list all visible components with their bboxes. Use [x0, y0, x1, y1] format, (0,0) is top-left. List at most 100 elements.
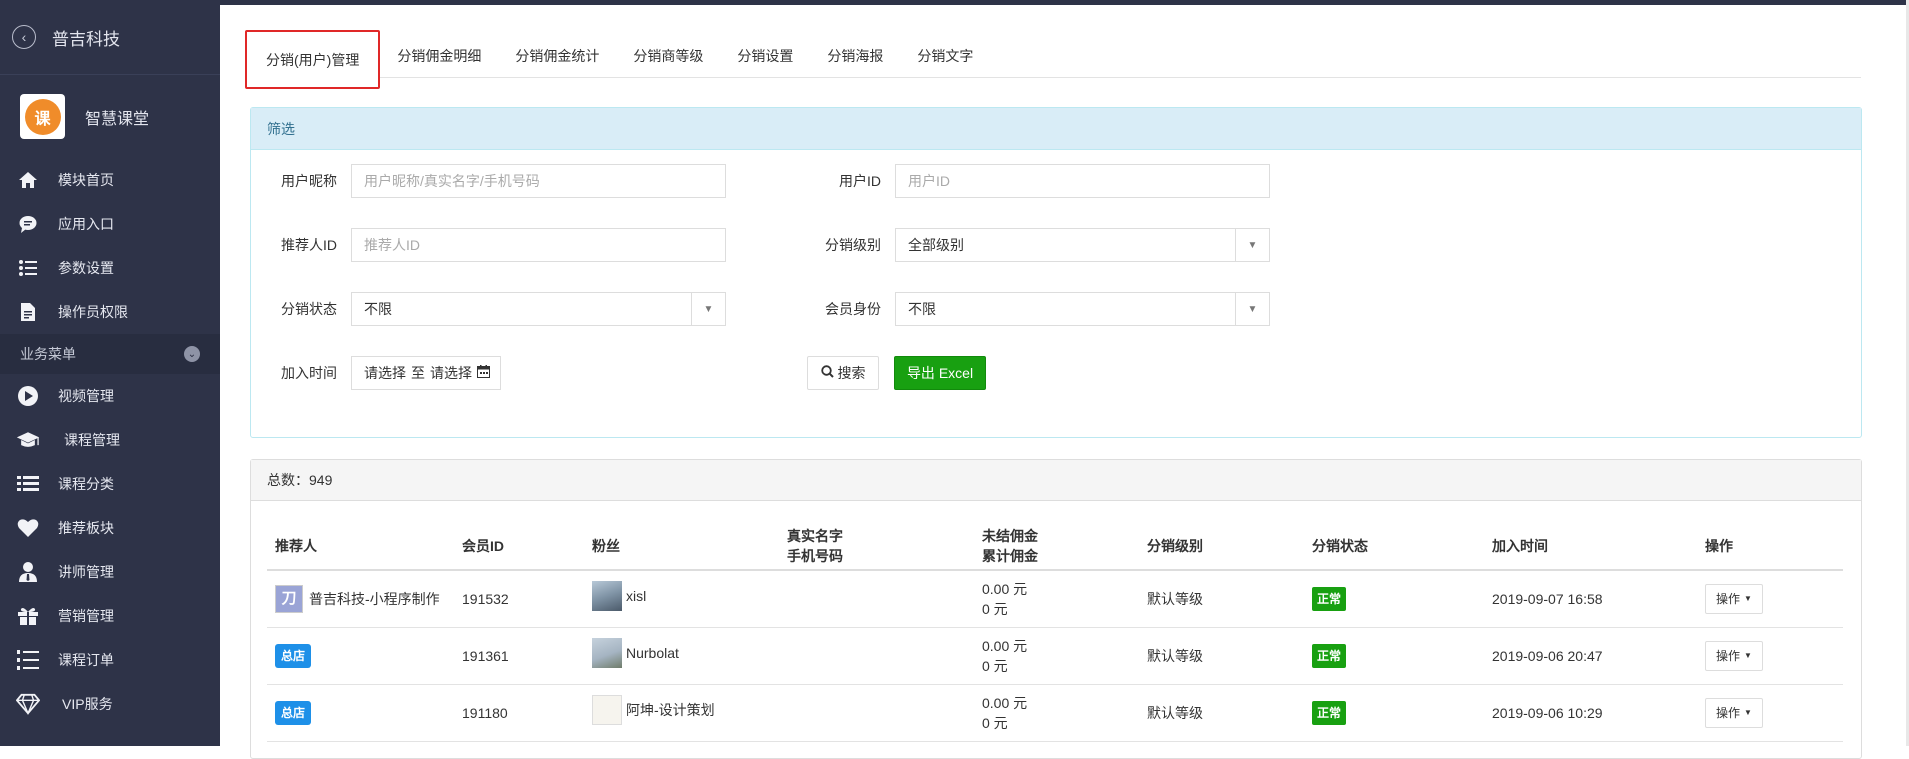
chat-icon [16, 212, 40, 236]
action-cell: 操作 ▼ [1705, 570, 1843, 628]
col-join-time: 加入时间 [1492, 522, 1705, 571]
caret-down-icon: ▼ [1235, 229, 1269, 261]
sidebar-item-entry[interactable]: 应用入口 [0, 202, 220, 246]
tab-distribution-users[interactable]: 分销(用户)管理 [245, 30, 381, 89]
fan-avatar [592, 581, 622, 612]
col-commission: 未结佣金 累计佣金 [982, 522, 1147, 571]
sidebar-group-label: 业务菜单 [20, 346, 76, 362]
action-dropdown-button[interactable]: 操作 ▼ [1705, 697, 1763, 728]
referrer-cell: 总店 [267, 684, 462, 742]
caret-down-icon: ▼ [691, 293, 725, 325]
app-name: 智慧课堂 [85, 110, 150, 128]
action-cell: 操作 ▼ [1705, 684, 1843, 742]
fan-cell: Nurbolat [592, 627, 787, 685]
jointime-label: 加入时间 [281, 365, 337, 381]
col-fans: 粉丝 [592, 522, 787, 571]
sidebar-item-label: 课程管理 [64, 432, 120, 448]
tab-commission-detail[interactable]: 分销佣金明细 [380, 33, 498, 78]
search-button[interactable]: 搜索 [807, 356, 879, 390]
col-level: 分销级别 [1147, 522, 1312, 571]
tab-commission-stats[interactable]: 分销佣金统计 [498, 33, 616, 78]
sidebar-item-course[interactable]: 课程管理 [0, 418, 220, 462]
app-logo: 课 [20, 94, 65, 139]
level-select[interactable]: 全部级别 ▼ [895, 228, 1270, 262]
ordered-list-icon [16, 648, 40, 672]
caret-down-icon: ▼ [1744, 707, 1752, 717]
action-dropdown-button[interactable]: 操作 ▼ [1705, 640, 1763, 671]
tab-distribution-text[interactable]: 分销文字 [900, 33, 990, 78]
sidebar-item-label: 模块首页 [58, 172, 114, 188]
col-realname: 真实名字 [787, 527, 843, 544]
member-label: 会员身份 [825, 301, 881, 317]
date-range-picker[interactable]: 请选择 至 请选择 [351, 356, 501, 390]
sidebar-item-vip[interactable]: VIP服务 [0, 682, 220, 726]
commission-cell: 0.00 元 0 元 [982, 627, 1147, 685]
gift-icon [16, 604, 40, 628]
date-separator: 至 [411, 365, 425, 381]
sidebar-item-video[interactable]: 视频管理 [0, 374, 220, 418]
play-icon [16, 384, 40, 408]
sidebar-group-business[interactable]: 业务菜单 ⌄ [0, 334, 220, 374]
heart-icon [16, 516, 40, 540]
join-time-cell: 2019-09-06 10:29 [1492, 684, 1705, 742]
status-select[interactable]: 不限 ▼ [351, 292, 726, 326]
search-button-label: 搜索 [837, 365, 866, 381]
list-settings-icon [16, 256, 40, 280]
list-icon [16, 472, 40, 496]
col-action: 操作 [1705, 522, 1843, 571]
action-dropdown-button[interactable]: 操作 ▼ [1705, 583, 1763, 614]
join-time-cell: 2019-09-07 16:58 [1492, 570, 1705, 628]
fan-name: xisl [626, 588, 647, 605]
member-select[interactable]: 不限 ▼ [895, 292, 1270, 326]
sidebar-item-home[interactable]: 模块首页 [0, 158, 220, 202]
table-row: 总店 191180 阿坤-设计策划 0.00 元 0 元 默认等级 正常 201… [267, 684, 1843, 742]
commission-cell: 0.00 元 0 元 [982, 570, 1147, 628]
sidebar-header: ‹ 普吉科技 [0, 0, 220, 74]
date-start: 请选择 [364, 365, 406, 381]
app-info: 课 智慧课堂 [0, 74, 220, 158]
action-cell: 操作 ▼ [1705, 627, 1843, 685]
fan-cell: 阿坤-设计策划 [592, 684, 787, 742]
sidebar-item-label: 操作员权限 [58, 304, 128, 320]
unsettled-commission: 0.00 元 [982, 580, 1028, 597]
member-id: 191532 [462, 570, 592, 628]
sidebar-item-category[interactable]: 课程分类 [0, 462, 220, 506]
fan-cell: xisl [592, 570, 787, 628]
sidebar-item-teacher[interactable]: 讲师管理 [0, 550, 220, 594]
sidebar-item-marketing[interactable]: 营销管理 [0, 594, 220, 638]
realname-phone-cell [787, 570, 982, 628]
tab-distributor-levels[interactable]: 分销商等级 [616, 33, 720, 78]
unsettled-commission: 0.00 元 [982, 637, 1028, 654]
referrer-badge: 总店 [275, 700, 312, 725]
tab-distribution-poster[interactable]: 分销海报 [810, 33, 900, 78]
userid-input[interactable] [895, 164, 1270, 198]
fan-avatar [592, 695, 622, 725]
level-cell: 默认等级 [1147, 627, 1312, 685]
unsettled-commission: 0.00 元 [982, 694, 1028, 711]
filter-row-status: 分销状态 不限 ▼ [251, 292, 726, 326]
tab-bar: 分销(用户)管理 分销佣金明细 分销佣金统计 分销商等级 分销设置 分销海报 分… [245, 30, 1861, 89]
referrer-id-input[interactable] [351, 228, 726, 262]
sidebar-item-settings[interactable]: 参数设置 [0, 246, 220, 290]
sidebar-item-label: 应用入口 [58, 216, 114, 232]
chevron-down-icon[interactable]: ⌄ [184, 346, 200, 362]
fan-avatar [592, 638, 622, 668]
total-count: 949 [309, 472, 333, 488]
export-excel-button[interactable]: 导出 Excel [894, 356, 986, 390]
user-tie-icon [16, 560, 40, 584]
sidebar-item-orders[interactable]: 课程订单 [0, 638, 220, 682]
filter-row-nickname: 用户昵称 [251, 164, 726, 198]
home-icon [16, 168, 40, 192]
search-icon [820, 365, 834, 381]
filter-row-member: 会员身份 不限 ▼ [795, 292, 1270, 326]
col-phone: 手机号码 [787, 547, 843, 564]
nickname-label: 用户昵称 [281, 173, 337, 189]
total-commission: 0 元 [982, 714, 1008, 731]
sidebar-item-permissions[interactable]: 操作员权限 [0, 290, 220, 334]
member-id: 191180 [462, 684, 592, 742]
nickname-input[interactable] [351, 164, 726, 198]
back-icon[interactable]: ‹ [12, 25, 36, 49]
tab-distribution-settings[interactable]: 分销设置 [720, 33, 810, 78]
sidebar-item-recommend[interactable]: 推荐板块 [0, 506, 220, 550]
fan-name: 阿坤-设计策划 [626, 702, 715, 718]
